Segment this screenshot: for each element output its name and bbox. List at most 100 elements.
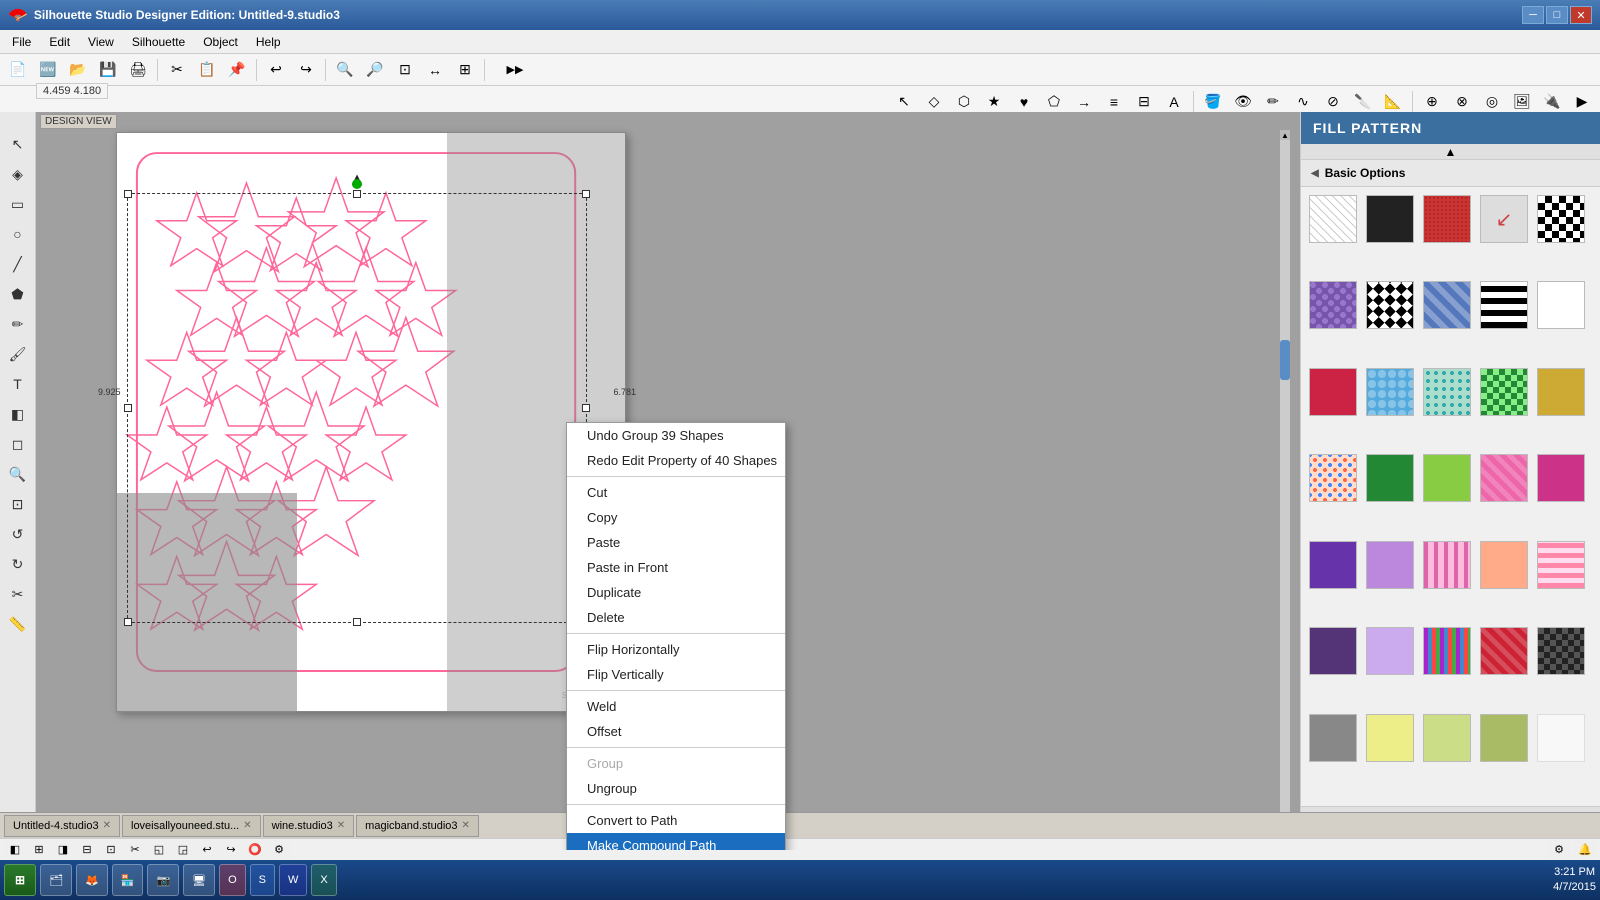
paste-button[interactable]: 📌 — [223, 57, 251, 83]
pattern-diamond-bw[interactable] — [1366, 281, 1414, 329]
taskbar-silhouette[interactable]: S — [250, 864, 275, 896]
tool-star[interactable]: ★ — [980, 89, 1008, 115]
print-button[interactable]: 🖨 — [124, 57, 152, 83]
tool-knife[interactable]: 🔪 — [1349, 89, 1377, 115]
pattern-stripe-bw[interactable] — [1480, 281, 1528, 329]
tool-rotate-right[interactable]: ↻ — [4, 550, 32, 578]
zoom-fit-button[interactable]: ⊡ — [391, 57, 419, 83]
ctx-convert-path[interactable]: Convert to Path — [567, 808, 785, 833]
ctx-flip-h[interactable]: Flip Horizontally — [567, 637, 785, 662]
pattern-peach[interactable] — [1480, 541, 1528, 589]
pattern-dots-teal[interactable] — [1423, 368, 1471, 416]
tool-ellipse[interactable]: ○ — [4, 220, 32, 248]
tab-love[interactable]: loveisallyouneed.stu... ✕ — [122, 815, 261, 837]
pattern-diamond-blue[interactable] — [1423, 281, 1471, 329]
pattern-dark-check[interactable] — [1537, 627, 1585, 675]
tool-cut-left[interactable]: ✂ — [4, 580, 32, 608]
scroll-thumb-v[interactable] — [1280, 340, 1290, 380]
pattern-purple-floral[interactable] — [1309, 281, 1357, 329]
ctx-flip-v[interactable]: Flip Vertically — [567, 662, 785, 687]
tab-close-wine[interactable]: ✕ — [337, 820, 345, 831]
tool-align[interactable]: ≡ — [1100, 89, 1128, 115]
bt-align-center[interactable]: ⊞ — [28, 840, 50, 860]
tool-select[interactable]: ↖ — [890, 89, 918, 115]
bt-back[interactable]: ◲ — [172, 840, 194, 860]
tool-offset[interactable]: ◎ — [1478, 89, 1506, 115]
copy-button[interactable]: 📋 — [193, 57, 221, 83]
undo-button[interactable]: ↩ — [262, 57, 290, 83]
tool-send[interactable]: ▶ — [1568, 89, 1596, 115]
tool-measure-left[interactable]: 📏 — [4, 610, 32, 638]
bt-circle[interactable]: ⭕ — [244, 840, 266, 860]
ctx-ungroup[interactable]: Ungroup — [567, 776, 785, 801]
ctx-paste[interactable]: Paste — [567, 530, 785, 555]
tool-weld[interactable]: ⊗ — [1448, 89, 1476, 115]
tool-shape[interactable]: ⬡ — [950, 89, 978, 115]
taskbar-firefox[interactable]: 🦊 — [76, 864, 108, 896]
tool-rotate-left[interactable]: ↺ — [4, 520, 32, 548]
tool-eraser[interactable]: ◻ — [4, 430, 32, 458]
pattern-check-green[interactable] — [1480, 368, 1528, 416]
menu-view[interactable]: View — [80, 33, 122, 51]
tab-close-untitled4[interactable]: ✕ — [103, 820, 111, 831]
tool-line[interactable]: ╱ — [4, 250, 32, 278]
tool-heart[interactable]: ♥ — [1010, 89, 1038, 115]
menu-silhouette[interactable]: Silhouette — [124, 33, 193, 51]
tool-plugin[interactable]: 🔌 — [1538, 89, 1566, 115]
pattern-arrow-diag[interactable]: ↙ — [1480, 195, 1528, 243]
taskbar-camera[interactable]: 📷 — [147, 864, 179, 896]
new2-button[interactable]: 🆕 — [34, 57, 62, 83]
taskbar-store[interactable]: 🏪 — [112, 864, 144, 896]
bt-align-right[interactable]: ◨ — [52, 840, 74, 860]
pattern-stripe-colorful[interactable] — [1423, 627, 1471, 675]
ctx-paste-front[interactable]: Paste in Front — [567, 555, 785, 580]
tab-magicband[interactable]: magicband.studio3 ✕ — [356, 815, 479, 837]
tool-bezier[interactable]: ∿ — [1289, 89, 1317, 115]
canvas-area[interactable]: DESIGN VIEW — [36, 112, 1300, 850]
ctx-redo[interactable]: Redo Edit Property of 40 Shapes — [567, 448, 785, 473]
bt-notifications[interactable]: 🔔 — [1574, 840, 1596, 860]
pattern-lt-green[interactable] — [1423, 454, 1471, 502]
zoom-in-button[interactable]: 🔍 — [331, 57, 359, 83]
menu-edit[interactable]: Edit — [41, 33, 78, 51]
zoom-btn2[interactable]: ↔ — [421, 57, 449, 83]
tool-fill-left[interactable]: ◧ — [4, 400, 32, 428]
ctx-copy[interactable]: Copy — [567, 505, 785, 530]
pattern-stripe-pink[interactable] — [1537, 541, 1585, 589]
pattern-pink-diamond2[interactable] — [1537, 454, 1585, 502]
new-button[interactable]: 📄 — [4, 57, 32, 83]
taskbar-excel[interactable]: X — [311, 864, 336, 896]
menu-object[interactable]: Object — [195, 33, 246, 51]
taskbar-file-explorer[interactable]: 🗂 — [40, 864, 72, 896]
menu-file[interactable]: File — [4, 33, 39, 51]
pattern-white[interactable] — [1537, 281, 1585, 329]
bt-align-top[interactable]: ⊟ — [76, 840, 98, 860]
tool-measure[interactable]: 📐 — [1379, 89, 1407, 115]
tool-eye[interactable]: 👁 — [1229, 89, 1257, 115]
ctx-weld[interactable]: Weld — [567, 694, 785, 719]
pattern-gold[interactable] — [1537, 368, 1585, 416]
zoom-out-button[interactable]: 🔎 — [361, 57, 389, 83]
ctx-delete[interactable]: Delete — [567, 605, 785, 630]
redo-button[interactable]: ↪ — [292, 57, 320, 83]
ctx-cut[interactable]: Cut — [567, 480, 785, 505]
ctx-make-compound[interactable]: Make Compound Path — [567, 833, 785, 850]
bt-ungroup[interactable]: ✂ — [124, 840, 146, 860]
taskbar-computer[interactable]: 🖥 — [183, 864, 215, 896]
pattern-yellow-lt[interactable] — [1366, 714, 1414, 762]
tool-trace[interactable]: 🖼 — [1508, 89, 1536, 115]
tool-crop[interactable]: ⊡ — [4, 490, 32, 518]
tab-close-magicband[interactable]: ✕ — [462, 820, 470, 831]
minimize-button[interactable]: ─ — [1522, 6, 1544, 24]
pattern-purple-solid[interactable] — [1309, 541, 1357, 589]
tool-pen[interactable]: ✏ — [1259, 89, 1287, 115]
tab-close-love[interactable]: ✕ — [243, 820, 251, 831]
pattern-lt-purple[interactable] — [1366, 541, 1414, 589]
pattern-hatch[interactable] — [1309, 195, 1357, 243]
tool-rect[interactable]: ▭ — [4, 190, 32, 218]
pattern-stripe-v[interactable] — [1423, 541, 1471, 589]
close-button[interactable]: ✕ — [1570, 6, 1592, 24]
bt-redo2[interactable]: ↪ — [220, 840, 242, 860]
pattern-floral-red[interactable] — [1309, 368, 1357, 416]
right-panel-toggle[interactable]: ▶▶ — [490, 57, 540, 83]
